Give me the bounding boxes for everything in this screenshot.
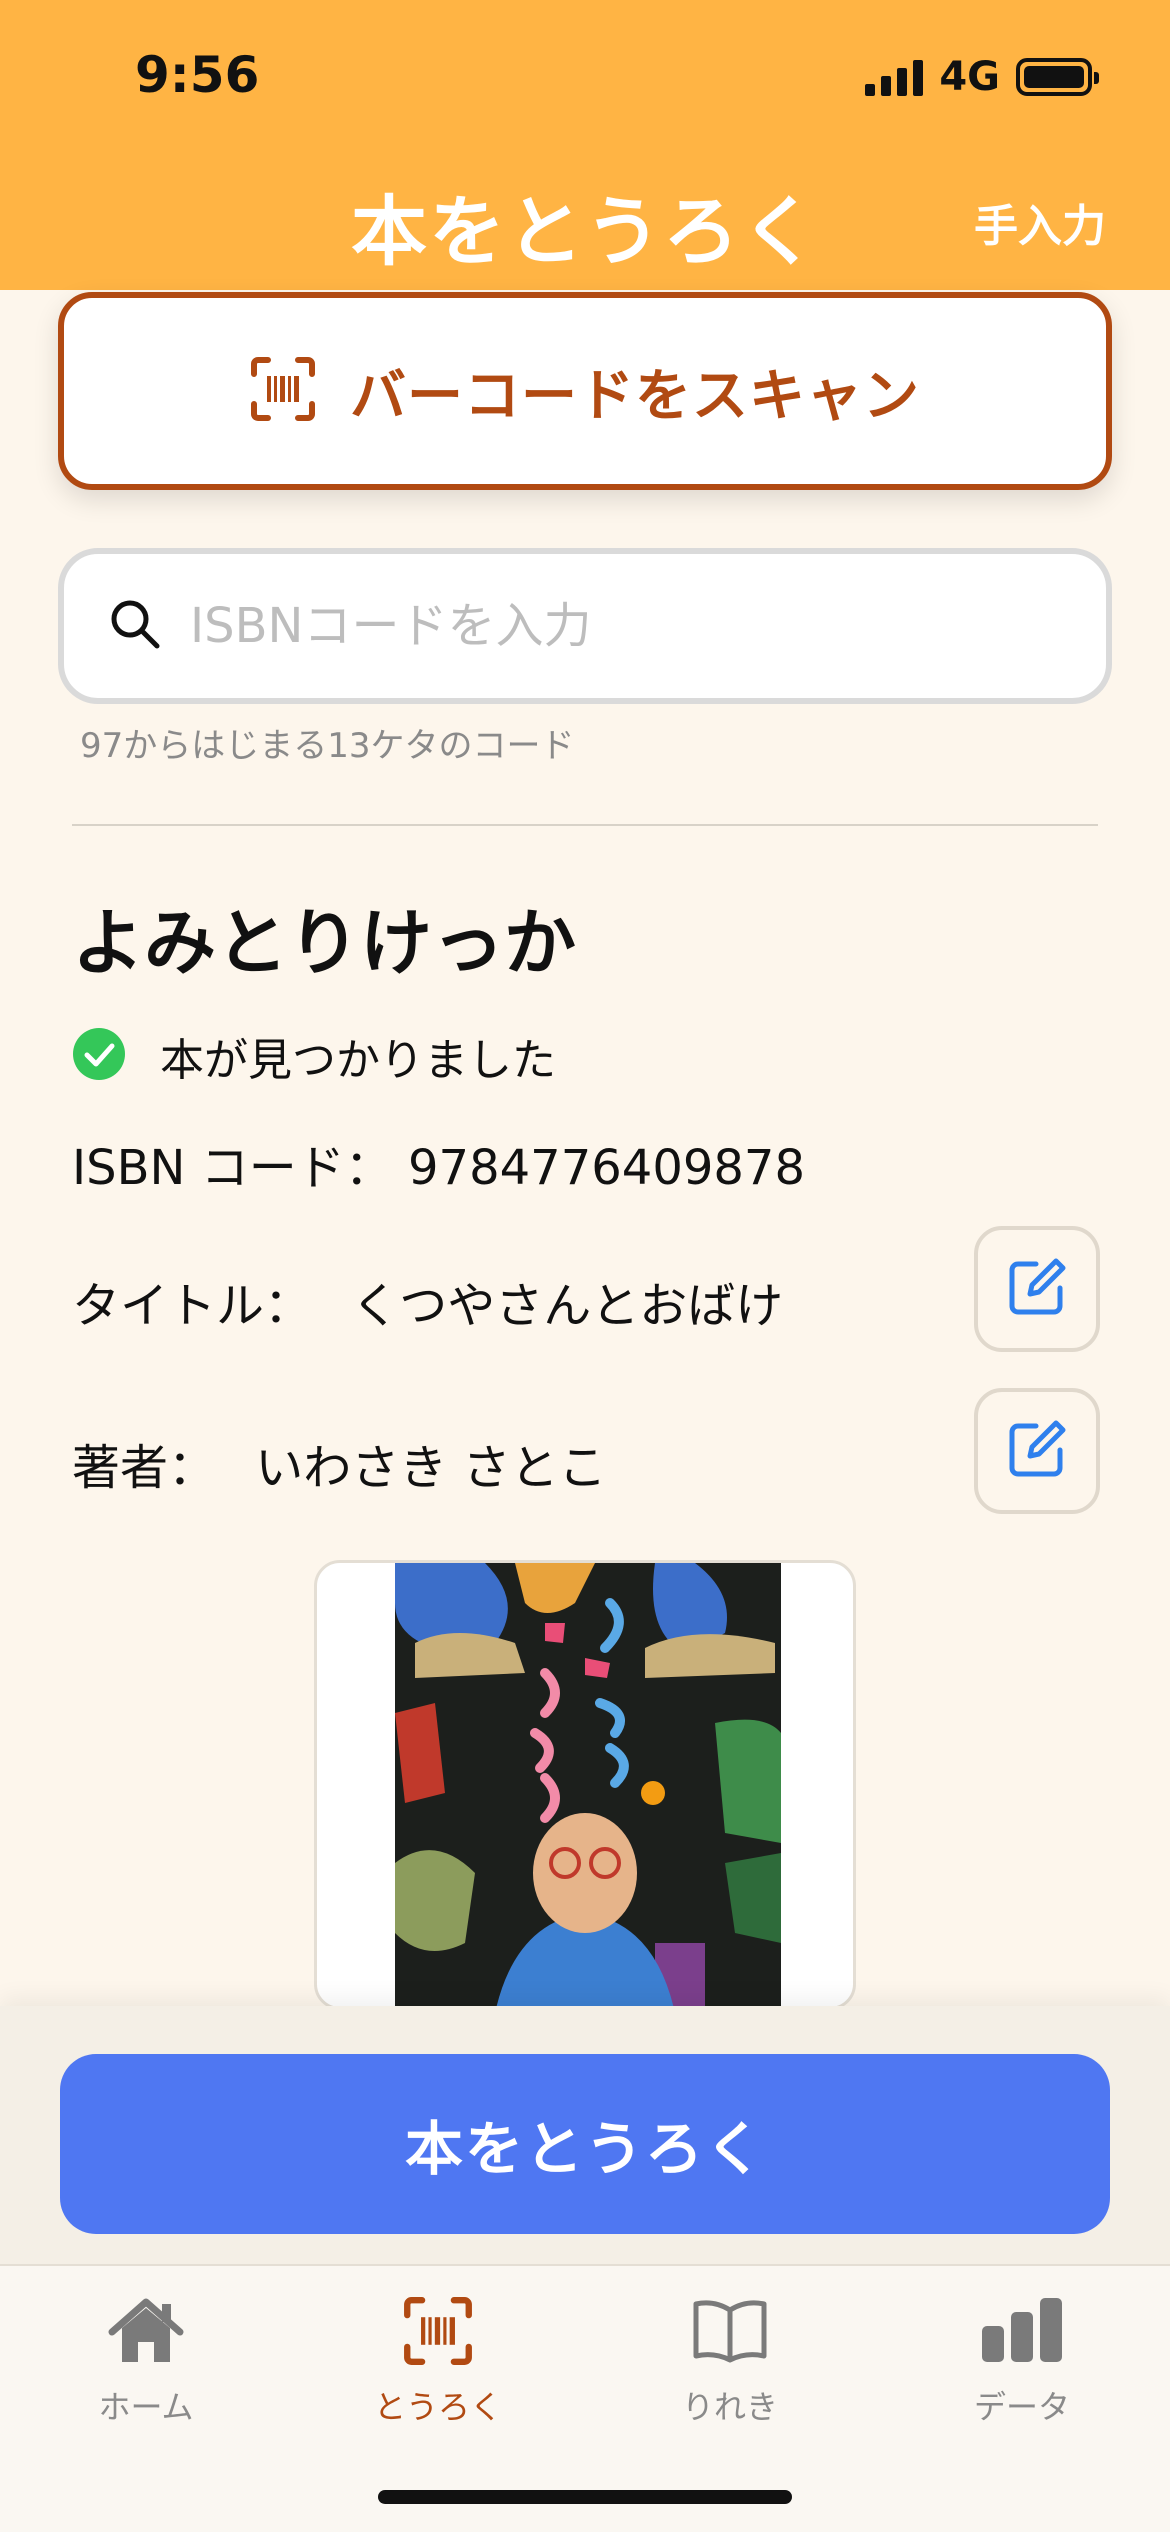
search-icon [108,597,162,655]
book-icon [690,2296,770,2370]
register-book-button[interactable]: 本をとうろく [60,2054,1110,2234]
divider [72,824,1098,826]
author-row: 著者： いわさき さとこ [72,1428,607,1498]
author-value: いわさき さとこ [255,1440,607,1496]
isbn-search-field[interactable] [58,548,1112,704]
tab-history-label: りれき [681,2388,778,2426]
found-status-text: 本が見つかりました [160,1035,556,1086]
tab-home[interactable]: ホーム [0,2296,292,2428]
tab-data[interactable]: データ [876,2296,1168,2428]
check-circle-icon [72,1027,126,1085]
isbn-hint: 97からはじまる13ケタのコード [80,726,575,766]
title-label: タイトル： [72,1278,313,1334]
manual-input-button[interactable]: 手入力 [974,190,1106,254]
tab-data-label: データ [973,2388,1070,2426]
network-type: 4G [939,54,1000,100]
tab-history[interactable]: りれき [584,2296,876,2428]
signal-icon [865,58,924,96]
isbn-row: ISBN コード： 9784776409878 [72,1128,805,1198]
tab-home-label: ホーム [98,2388,194,2426]
book-cover-image [395,1563,781,2007]
isbn-label: ISBN コード： [72,1140,393,1196]
result-heading: よみとりけっか [72,901,577,985]
author-label: 著者： [72,1440,217,1496]
isbn-value: 9784776409878 [408,1140,806,1196]
scan-barcode-label: バーコードをスキャン [350,363,920,429]
bar-chart-icon [980,2296,1064,2370]
home-icon [106,2296,186,2370]
home-indicator [378,2490,792,2504]
tab-register[interactable]: とうろく [292,2296,584,2428]
barcode-scan-icon [403,2296,473,2370]
title-value: くつやさんとおばけ [351,1278,784,1334]
found-status: 本が見つかりました [72,1024,556,1088]
book-cover-card [314,1560,856,2010]
title-row: タイトル： くつやさんとおばけ [72,1266,783,1336]
battery-icon [1016,58,1099,96]
edit-author-button[interactable] [974,1388,1100,1514]
screen: 9:56 4G 本をとうろく 手入力 バーコードをスキャン ISBNコードを入力… [0,0,1170,2532]
scan-barcode-button[interactable]: バーコードをスキャン [58,292,1112,490]
edit-icon [1006,1418,1068,1484]
header: 9:56 4G 本をとうろく 手入力 [0,0,1170,290]
edit-title-button[interactable] [974,1226,1100,1352]
isbn-input[interactable] [190,598,1050,654]
status-time: 9:56 [135,46,260,104]
barcode-scan-icon [250,356,316,426]
tab-register-label: とうろく [373,2388,502,2426]
edit-icon [1006,1256,1068,1322]
status-indicators: 4G [865,52,1099,102]
